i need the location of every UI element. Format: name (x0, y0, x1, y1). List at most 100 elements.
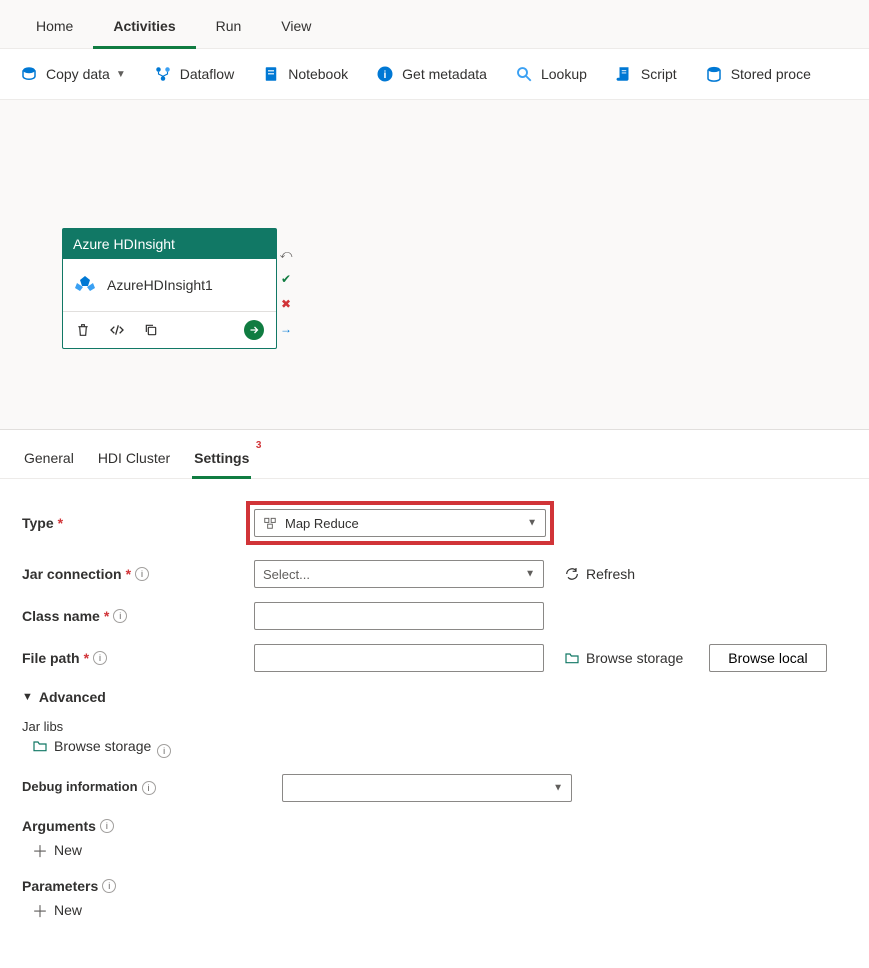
search-icon (515, 65, 533, 83)
activities-toolbar: Copy data ▼ Dataflow Notebook i Get meta… (0, 49, 869, 100)
browse-storage-label: Browse storage (586, 650, 683, 666)
copy-data-button[interactable]: Copy data ▼ (8, 59, 138, 89)
copy-data-icon (20, 65, 38, 83)
info-icon[interactable]: i (102, 879, 116, 893)
mapreduce-icon (263, 516, 277, 530)
get-metadata-button[interactable]: i Get metadata (364, 59, 499, 89)
info-icon[interactable]: i (135, 567, 149, 581)
file-path-label: File path * i (22, 650, 254, 666)
chevron-down-icon: ▼ (553, 783, 563, 794)
hdinsight-icon (73, 273, 97, 297)
main-tabs: Home Activities Run View (0, 0, 869, 49)
tab-activities[interactable]: Activities (93, 8, 195, 49)
class-name-label: Class name * i (22, 608, 254, 624)
settings-form: Type * Map Reduce ▼ Jar connection * i S… (0, 479, 869, 968)
script-button[interactable]: Script (603, 59, 689, 89)
debug-select[interactable]: ▼ (282, 774, 572, 802)
activity-name: AzureHDInsight1 (107, 277, 213, 293)
notebook-label: Notebook (288, 66, 348, 82)
dataflow-label: Dataflow (180, 66, 234, 82)
jar-libs-section: Jar libs Browse storage i (22, 719, 847, 758)
tab-run[interactable]: Run (196, 8, 262, 48)
stored-proc-icon (705, 65, 723, 83)
new-label: New (54, 902, 82, 918)
browse-local-button[interactable]: Browse local (709, 644, 826, 672)
info-icon[interactable]: i (113, 609, 127, 623)
type-value: Map Reduce (285, 516, 359, 531)
success-handle-icon[interactable]: ✔ (278, 271, 294, 287)
class-name-input[interactable] (254, 602, 544, 630)
type-label: Type * (22, 515, 254, 531)
stored-proc-label: Stored proce (731, 66, 811, 82)
parameters-label: Parameters (22, 878, 98, 894)
failure-handle-icon[interactable]: ✖ (278, 296, 294, 312)
lookup-label: Lookup (541, 66, 587, 82)
debug-section: Debug information i ▼ (22, 774, 847, 802)
type-label-text: Type (22, 515, 54, 531)
settings-badge: 3 (256, 440, 262, 451)
info-icon[interactable]: i (93, 651, 107, 665)
tab-settings[interactable]: Settings 3 (192, 446, 251, 479)
parameters-new-button[interactable]: ＋ New (32, 898, 82, 922)
arguments-label: Arguments (22, 818, 96, 834)
notebook-icon (262, 65, 280, 83)
arguments-section: Arguments i ＋ New (22, 818, 847, 862)
delete-icon[interactable] (75, 322, 91, 338)
required-indicator: * (84, 650, 89, 666)
plus-icon: ＋ (32, 838, 48, 862)
svg-text:i: i (384, 69, 387, 81)
arguments-new-button[interactable]: ＋ New (32, 838, 82, 862)
advanced-label: Advanced (39, 689, 106, 705)
jar-libs-browse-storage[interactable]: Browse storage (32, 738, 151, 754)
copy-data-label: Copy data (46, 66, 110, 82)
activity-footer (63, 312, 276, 348)
lookup-button[interactable]: Lookup (503, 59, 599, 89)
type-highlight-box: Map Reduce ▼ (246, 501, 554, 545)
jar-connection-placeholder: Select... (263, 567, 310, 582)
plus-icon: ＋ (32, 898, 48, 922)
pipeline-canvas[interactable]: Azure HDInsight AzureHDInsight1 ⤺ ✔ (0, 100, 869, 430)
refresh-icon (564, 566, 580, 582)
required-indicator: * (104, 608, 109, 624)
advanced-toggle[interactable]: ▼ Advanced (22, 689, 847, 705)
code-icon[interactable] (109, 322, 125, 338)
type-select[interactable]: Map Reduce ▼ (254, 509, 546, 537)
file-path-input[interactable] (254, 644, 544, 672)
class-name-label-text: Class name (22, 608, 100, 624)
tab-view[interactable]: View (261, 8, 331, 48)
script-icon (615, 65, 633, 83)
clone-icon[interactable] (143, 322, 159, 338)
jar-connection-select[interactable]: Select... ▼ (254, 560, 544, 588)
info-icon[interactable]: i (157, 744, 171, 758)
stored-proc-button[interactable]: Stored proce (693, 59, 823, 89)
chevron-down-icon: ▼ (525, 569, 535, 580)
jar-libs-label: Jar libs (22, 719, 847, 734)
debug-label: Debug information (22, 779, 138, 794)
undo-handle-icon[interactable]: ⤺ (278, 246, 294, 262)
script-label: Script (641, 66, 677, 82)
tab-general[interactable]: General (22, 446, 76, 478)
required-indicator: * (58, 515, 63, 531)
dataflow-button[interactable]: Dataflow (142, 59, 246, 89)
activity-body: AzureHDInsight1 (63, 259, 276, 312)
chevron-down-icon: ▼ (527, 518, 537, 529)
info-icon[interactable]: i (142, 781, 156, 795)
detail-tabs: General HDI Cluster Settings 3 (0, 430, 869, 479)
info-icon[interactable]: i (100, 819, 114, 833)
notebook-button[interactable]: Notebook (250, 59, 360, 89)
browse-storage-button[interactable]: Browse storage (564, 650, 683, 666)
get-metadata-label: Get metadata (402, 66, 487, 82)
folder-icon (32, 738, 48, 754)
refresh-button[interactable]: Refresh (564, 566, 635, 582)
run-button[interactable] (244, 320, 264, 340)
tab-home[interactable]: Home (16, 8, 93, 48)
activity-handles: ⤺ ✔ ✖ → (278, 246, 294, 337)
jar-connection-label: Jar connection * i (22, 566, 254, 582)
tab-hdi-cluster[interactable]: HDI Cluster (96, 446, 172, 478)
tab-settings-label: Settings (194, 450, 249, 466)
new-label: New (54, 842, 82, 858)
activity-node[interactable]: Azure HDInsight AzureHDInsight1 (62, 228, 277, 349)
jar-connection-label-text: Jar connection (22, 566, 122, 582)
skip-handle-icon[interactable]: → (278, 321, 294, 337)
required-indicator: * (126, 566, 131, 582)
